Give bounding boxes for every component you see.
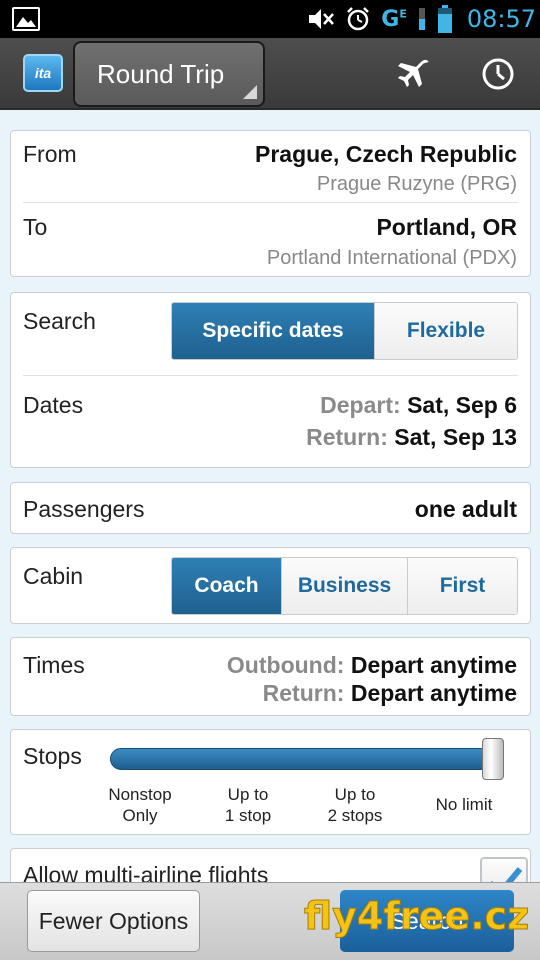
divider — [23, 202, 518, 203]
signal-icon — [418, 8, 425, 30]
date-mode-toggle: Specific dates Flexible — [171, 302, 518, 360]
coach-button[interactable]: Coach — [172, 558, 281, 614]
times-card[interactable]: Times Outbound: Depart anytime Return: D… — [10, 637, 531, 716]
specific-dates-button[interactable]: Specific dates — [172, 303, 374, 359]
passengers-card[interactable]: Passengers one adult — [10, 482, 531, 534]
dates-label: Dates — [23, 392, 84, 418]
stops-slider-track[interactable] — [110, 748, 492, 770]
outbound-value: Depart anytime — [350, 652, 517, 678]
to-label: To — [23, 214, 48, 240]
ita-logo[interactable]: ita — [23, 54, 63, 92]
stops-slider-thumb[interactable] — [482, 738, 504, 780]
network-type: GE — [381, 6, 407, 32]
flexible-button[interactable]: Flexible — [374, 303, 517, 359]
return-date[interactable]: Return: Sat, Sep 13 — [306, 424, 517, 451]
fewer-options-button[interactable]: Fewer Options — [27, 890, 200, 952]
search-card: Search Specific dates Flexible Dates Dep… — [10, 292, 531, 468]
stops-card: Stops Nonstop Only Up to 1 stop Up to 2 sto… — [10, 729, 531, 835]
passengers-label: Passengers — [23, 496, 145, 522]
stops-label: Stops — [23, 743, 82, 769]
search-label: Search — [23, 308, 96, 334]
business-button[interactable]: Business — [281, 558, 407, 614]
passengers-value: one adult — [414, 496, 517, 522]
cabin-toggle: Coach Business First — [171, 557, 518, 615]
divider — [23, 375, 518, 376]
battery-icon — [437, 5, 452, 33]
airplane-icon[interactable] — [395, 56, 431, 92]
trip-type-dropdown[interactable]: Round Trip — [73, 41, 265, 107]
tick-nonstop: Nonstop Only — [108, 785, 172, 825]
return-time: Return: Depart anytime — [263, 680, 517, 707]
first-button[interactable]: First — [407, 558, 517, 614]
depart-value: Sat, Sep 6 — [407, 392, 517, 418]
tick-one-stop: Up to 1 stop — [224, 785, 272, 825]
clock-time: 08:57 — [466, 5, 536, 33]
cabin-label: Cabin — [23, 563, 84, 589]
alarm-icon — [347, 7, 370, 31]
from-label: From — [23, 141, 77, 167]
watermark-logo: fly4free.cz — [303, 894, 530, 939]
route-card: From Prague, Czech Republic Prague Ruzyn… — [10, 130, 531, 277]
status-bar: GE 08:57 — [0, 0, 540, 38]
from-city[interactable]: Prague, Czech Republic — [255, 141, 517, 168]
tick-no-limit: No limit — [435, 795, 493, 814]
action-bar: ita Round Trip — [0, 38, 540, 110]
depart-date[interactable]: Depart: Sat, Sep 6 — [320, 392, 517, 419]
outbound-label: Outbound: — [226, 652, 345, 678]
mute-icon — [309, 9, 335, 29]
tick-two-stops: Up to 2 stops — [327, 785, 383, 825]
dropdown-corner-icon — [243, 85, 257, 99]
return-time-label: Return: — [262, 680, 345, 706]
return-value: Sat, Sep 13 — [394, 424, 517, 450]
cabin-card: Cabin Coach Business First — [10, 547, 531, 624]
return-label: Return: — [306, 424, 388, 450]
from-airport[interactable]: Prague Ruzyne (PRG) — [317, 173, 517, 196]
history-clock-icon[interactable] — [480, 56, 516, 92]
return-time-value: Depart anytime — [350, 680, 517, 706]
trip-type-label: Round Trip — [97, 59, 225, 89]
to-city[interactable]: Portland, OR — [376, 214, 517, 241]
outbound-time: Outbound: Depart anytime — [227, 652, 517, 679]
gallery-icon — [12, 7, 40, 31]
depart-label: Depart: — [320, 392, 401, 418]
times-label: Times — [23, 652, 85, 678]
to-airport[interactable]: Portland International (PDX) — [267, 247, 517, 270]
